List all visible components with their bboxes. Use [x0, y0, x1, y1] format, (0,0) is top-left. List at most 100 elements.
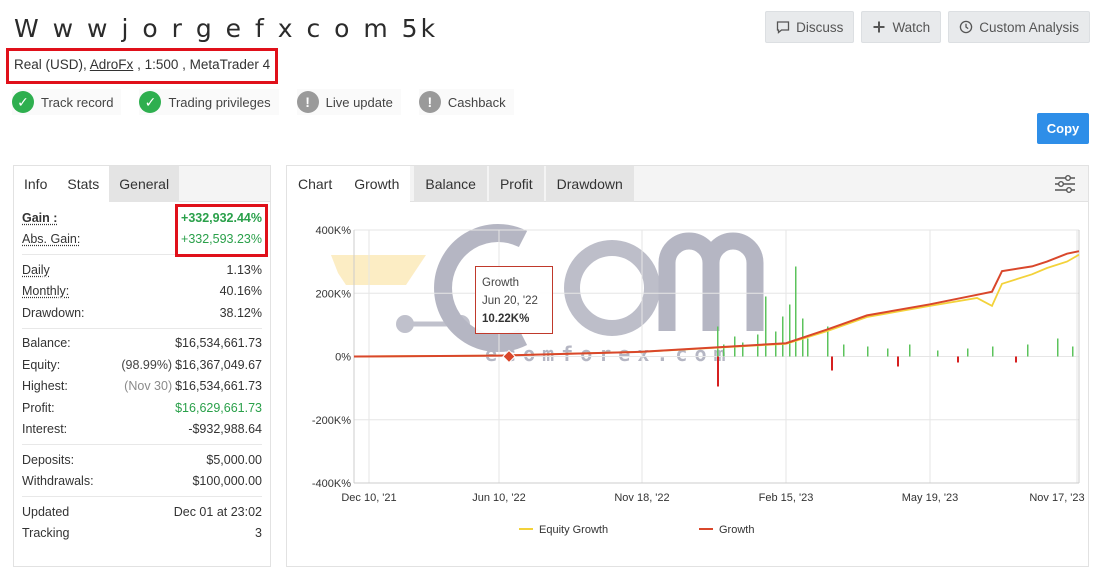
account-info: Real (USD), AdroFx , 1:500 , MetaTrader …	[14, 57, 270, 72]
stat-label[interactable]: Monthly:	[22, 284, 69, 298]
stat-label[interactable]: Daily	[22, 263, 50, 277]
tooltip-series: Growth	[482, 277, 520, 289]
profit-bar-positive	[992, 346, 994, 357]
stat-value-withdrawals: $100,000.00	[192, 474, 262, 489]
tooltip-value: 10.22K%	[482, 313, 530, 325]
profit-bar-negative	[897, 356, 899, 367]
profit-bar-positive	[807, 338, 809, 357]
stat-value-highest: $16,534,661.73	[175, 379, 262, 394]
custom-analysis-button[interactable]: Custom Analysis	[948, 11, 1090, 43]
stats-tabs: Info Stats General	[14, 166, 270, 202]
profit-bar-positive	[887, 348, 889, 357]
discuss-button[interactable]: Discuss	[765, 11, 855, 43]
profit-bar-positive	[909, 344, 911, 357]
profit-bar-positive	[789, 304, 791, 357]
profit-bar-positive	[937, 350, 939, 357]
stat-label: Profit:	[22, 400, 55, 415]
stat-row-profit: Profit: $16,629,661.73	[22, 397, 262, 419]
stat-row-balance: Balance: $16,534,661.73	[22, 333, 262, 355]
badge-label: Track record	[41, 94, 114, 110]
profit-bar-positive	[843, 344, 845, 357]
broker-link[interactable]: AdroFx	[90, 57, 134, 72]
check-icon: ✓	[139, 91, 162, 113]
stat-row-drawdown: Drawdown: 38.12%	[22, 302, 262, 324]
y-tick-label: -400K%	[312, 478, 351, 490]
badge-live-update[interactable]: ! Live update	[296, 89, 401, 115]
clock-icon	[959, 20, 973, 34]
stat-label: Updated	[22, 504, 70, 519]
tab-balance[interactable]: Balance	[414, 165, 487, 202]
profit-bar-positive	[717, 326, 719, 357]
x-axis: Dec 10, '21 Jun 10, '22 Nov 18, '22 Feb 15,…	[341, 492, 1084, 504]
stat-label[interactable]: Abs. Gain:	[22, 232, 80, 246]
stat-row-tracking: Tracking 3	[22, 523, 262, 545]
profit-bar-positive	[967, 348, 969, 357]
tab-stats[interactable]: Stats	[57, 166, 110, 202]
tab-drawdown[interactable]: Drawdown	[545, 165, 634, 202]
stat-row-deposits: Deposits: $5,000.00	[22, 449, 262, 471]
profit-bar-positive	[1027, 344, 1029, 357]
stat-row-withdrawals: Withdrawals: $100,000.00	[22, 471, 262, 493]
tab-info[interactable]: Info	[14, 166, 58, 202]
stat-label: Equity:	[22, 357, 61, 372]
watch-button[interactable]: Watch	[861, 11, 942, 43]
stat-value-drawdown: 38.12%	[219, 305, 262, 320]
header-actions: Discuss Watch Custom Analysis	[765, 11, 1090, 43]
y-tick-label: -200K%	[312, 415, 351, 427]
stat-value-daily: 1.13%	[226, 262, 262, 277]
stat-row-daily: Daily 1.13%	[22, 259, 262, 281]
stat-label: Balance:	[22, 336, 71, 351]
badge-cashback[interactable]: ! Cashback	[418, 89, 514, 115]
stat-value-interest: -$932,988.64	[188, 422, 262, 437]
y-tick-label: 200K%	[316, 288, 352, 300]
legend-label: Growth	[719, 524, 754, 536]
stat-label: Interest:	[22, 422, 68, 437]
stat-row-highest: Highest: (Nov 30) $16,534,661.73	[22, 376, 262, 398]
badge-track-record[interactable]: ✓ Track record	[12, 89, 122, 115]
plus-icon	[873, 21, 885, 33]
equity-percent: (98.99%)	[121, 357, 173, 372]
stat-label: Drawdown:	[22, 305, 85, 320]
stat-label: Deposits:	[22, 452, 75, 467]
y-tick-label: 400K%	[316, 225, 352, 237]
stat-value-tracking: 3	[255, 526, 262, 541]
x-tick-label: Nov 18, '22	[614, 492, 669, 504]
x-tick-label: Dec 10, '21	[341, 492, 396, 504]
stat-label[interactable]: Gain :	[22, 211, 57, 225]
tab-general[interactable]: General	[109, 166, 180, 202]
chart-tooltip: Growth Jun 20, '22 10.22K%	[475, 266, 553, 334]
stat-label: Withdrawals:	[22, 474, 94, 489]
badge-label: Live update	[325, 94, 393, 110]
stat-value-profit: $16,629,661.73	[175, 400, 262, 415]
growth-chart[interactable]: ecomforex.com 400K%200K%0%-200K%-400K% D…	[287, 203, 1088, 565]
tab-profit[interactable]: Profit	[488, 165, 544, 202]
stat-row-monthly: Monthly: 40.16%	[22, 281, 262, 303]
tab-chart[interactable]: Chart	[287, 165, 344, 202]
profit-bar-negative	[717, 356, 719, 387]
leverage-platform: , 1:500 , MetaTrader 4	[137, 57, 271, 72]
profit-bar-positive	[1072, 346, 1074, 357]
copy-button[interactable]: Copy	[1037, 113, 1089, 144]
stat-value-equity: $16,367,049.67	[175, 357, 262, 372]
profit-bar-positive	[1057, 338, 1059, 357]
badge-label: Cashback	[447, 94, 506, 110]
check-icon: ✓	[12, 91, 34, 113]
page-title: W w w j o r g e f x c o m 5k	[14, 14, 439, 43]
profit-bar-positive	[782, 316, 784, 357]
badge-trading-privileges[interactable]: ✓ Trading privileges	[139, 89, 279, 115]
profit-bar-negative	[831, 356, 833, 371]
y-tick-label: 0%	[335, 352, 351, 364]
exclamation-icon: !	[296, 91, 319, 113]
exclamation-icon: !	[418, 91, 441, 113]
stat-value-deposits: $5,000.00	[206, 452, 262, 467]
chart-legend: Equity Growth Growth	[519, 524, 754, 536]
tab-growth[interactable]: Growth	[343, 165, 411, 202]
verification-badges: ✓ Track record ✓ Trading privileges ! Li…	[12, 89, 514, 115]
chart-panel: Chart Growth Balance Profit Drawdown eco…	[286, 165, 1089, 567]
stat-row-updated: Updated Dec 01 at 23:02	[22, 501, 262, 523]
profit-bar-positive	[765, 296, 767, 357]
stats-panel: Info Stats General Gain : +332,932.44% A…	[13, 165, 271, 567]
stat-value-monthly: 40.16%	[219, 284, 262, 299]
profit-bar-positive	[795, 266, 797, 357]
sliders-icon[interactable]	[1054, 174, 1076, 194]
